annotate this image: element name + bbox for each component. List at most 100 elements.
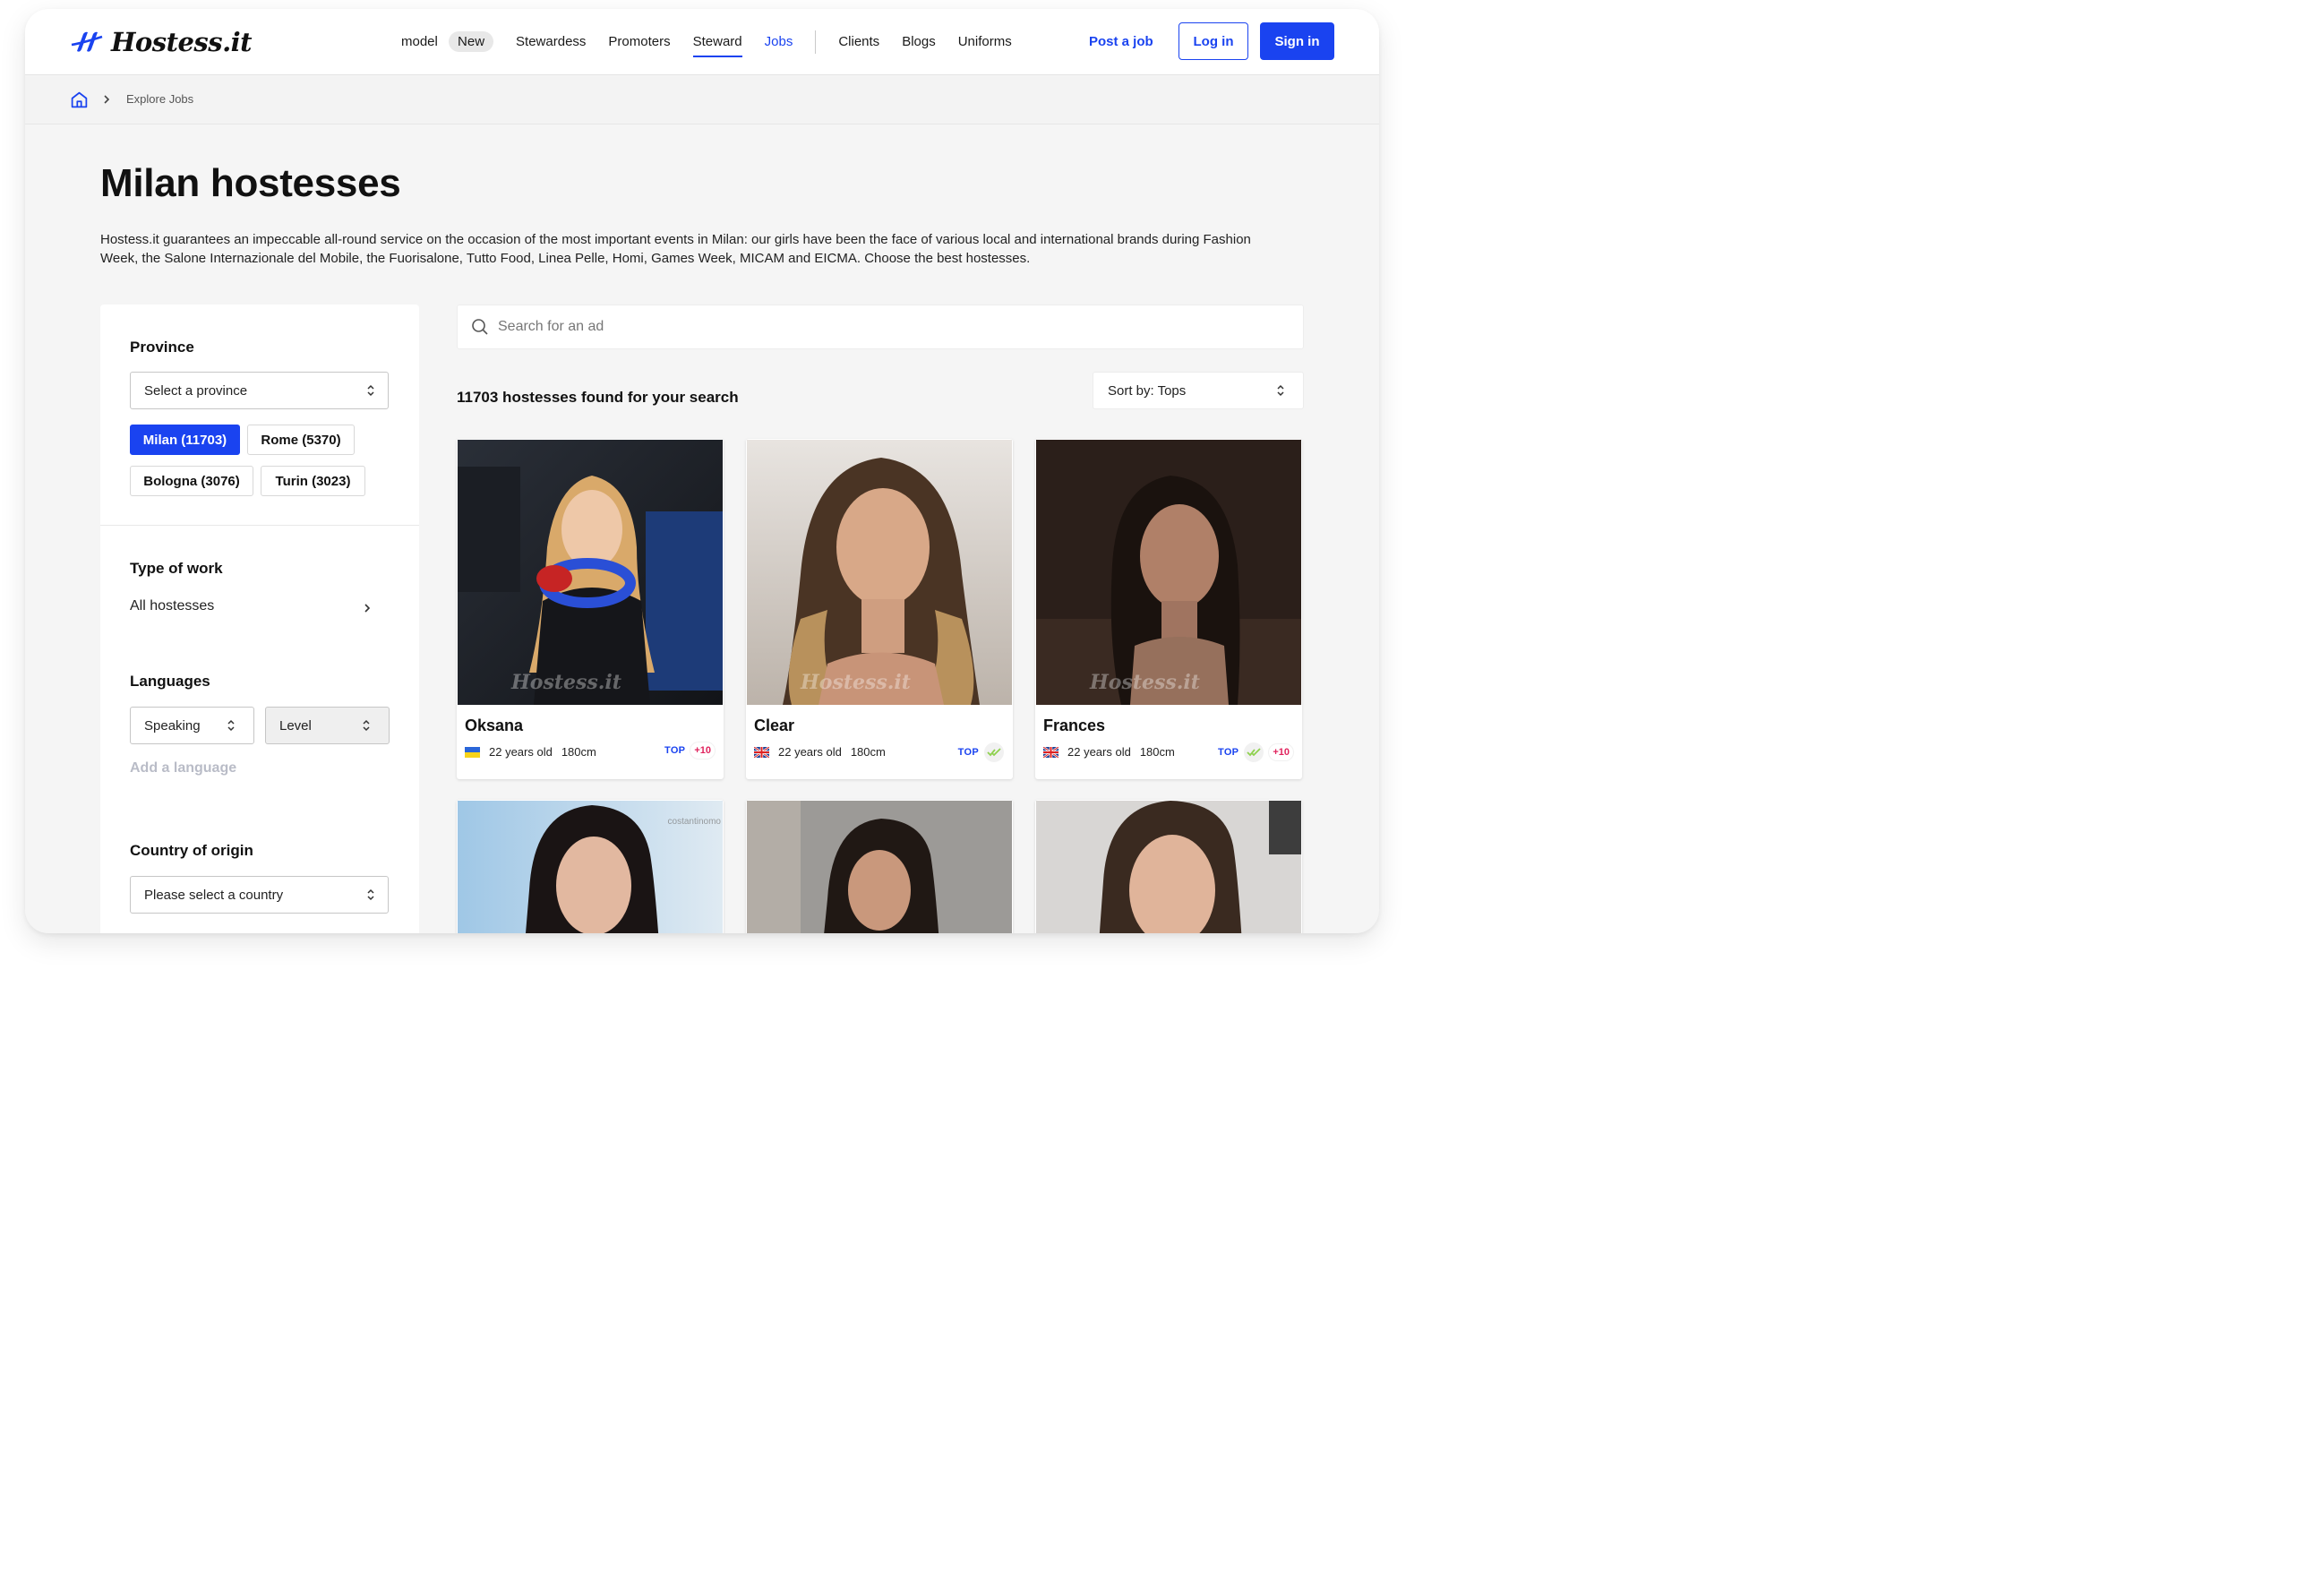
site-logo[interactable]: Hostess.it bbox=[70, 27, 253, 57]
profile-height: 180cm bbox=[850, 745, 886, 759]
country-select-value: Please select a country bbox=[144, 887, 284, 903]
home-icon[interactable] bbox=[70, 90, 89, 114]
photo-watermark: Hostess.it bbox=[511, 671, 621, 694]
up-down-chevron-icon bbox=[366, 384, 375, 400]
search-icon bbox=[471, 318, 489, 336]
speaking-select-value: Speaking bbox=[144, 717, 201, 734]
speaking-select[interactable]: Speaking bbox=[130, 707, 254, 744]
nav-item-uniforms[interactable]: Uniforms bbox=[958, 29, 1012, 56]
profile-badges: TOP +10 bbox=[1218, 742, 1293, 762]
nav-item-model[interactable]: model New bbox=[401, 29, 494, 56]
up-down-chevron-icon bbox=[366, 888, 375, 905]
up-down-chevron-icon bbox=[1276, 384, 1285, 400]
profile-photo[interactable] bbox=[747, 801, 1012, 933]
province-chip-bologna[interactable]: Bologna (3076) bbox=[130, 466, 253, 496]
country-select[interactable]: Please select a country bbox=[130, 876, 389, 914]
logo-text: Hostess.it bbox=[111, 27, 253, 57]
up-down-chevron-icon bbox=[227, 719, 236, 735]
page-intro: Hostess.it guarantees an impeccable all-… bbox=[100, 232, 1251, 266]
type-of-work-selector[interactable]: All hostesses bbox=[130, 598, 372, 620]
profile-height: 180cm bbox=[1139, 745, 1175, 759]
profile-age: 22 years old bbox=[1067, 745, 1131, 759]
nav-item-clients[interactable]: Clients bbox=[838, 29, 879, 56]
profile-meta: 22 years old 180cm bbox=[465, 745, 596, 759]
search-input[interactable] bbox=[498, 319, 1268, 335]
verified-check-icon bbox=[984, 742, 1004, 762]
uk-flag-icon bbox=[754, 746, 769, 758]
signin-button[interactable]: Sign in bbox=[1260, 22, 1334, 60]
nav-model-label: model bbox=[401, 34, 438, 49]
photo-watermark: costantinomo bbox=[667, 817, 721, 827]
type-of-work-title: Type of work bbox=[130, 560, 223, 577]
page-title: Milan hostesses bbox=[100, 161, 401, 205]
nav-item-jobs[interactable]: Jobs bbox=[765, 29, 793, 56]
profile-photo[interactable]: Hostess.it bbox=[747, 440, 1012, 705]
photo-watermark: Hostess.it bbox=[1090, 671, 1200, 694]
profile-card[interactable]: Hostess.it Clear 22 years old 180cm TOP bbox=[746, 439, 1013, 779]
results-count: 11703 hostesses found for your search bbox=[457, 389, 739, 406]
browser-window: Hostess.it model New Stewardess Promoter… bbox=[25, 9, 1379, 933]
profile-meta: 22 years old 180cm bbox=[1043, 745, 1175, 759]
province-select[interactable]: Select a province bbox=[130, 372, 389, 409]
profile-card[interactable]: Hostess.it Frances 22 years old 180cm TO… bbox=[1035, 439, 1302, 779]
profile-name[interactable]: Frances bbox=[1043, 716, 1105, 735]
top-header: Hostess.it model New Stewardess Promoter… bbox=[25, 9, 1379, 75]
level-select[interactable]: Level bbox=[265, 707, 390, 744]
ad-search-bar[interactable] bbox=[457, 305, 1304, 349]
plus-badge: +10 bbox=[1269, 744, 1293, 760]
sidebar-divider bbox=[100, 525, 419, 526]
nav-item-stewardess[interactable]: Stewardess bbox=[516, 29, 586, 56]
profile-age: 22 years old bbox=[778, 745, 842, 759]
new-badge: New bbox=[449, 31, 494, 52]
province-chip-milan[interactable]: Milan (11703) bbox=[130, 425, 240, 455]
level-select-value: Level bbox=[279, 717, 312, 734]
nav-separator bbox=[815, 30, 817, 54]
top-badge: TOP bbox=[957, 747, 979, 758]
profile-photo[interactable]: costantinomo bbox=[458, 801, 723, 933]
chevron-right-icon bbox=[363, 602, 372, 619]
nav-item-blogs[interactable]: Blogs bbox=[902, 29, 936, 56]
profile-card[interactable] bbox=[746, 800, 1013, 933]
profile-meta: 22 years old 180cm bbox=[754, 745, 886, 759]
province-title: Province bbox=[130, 339, 194, 356]
profile-card[interactable] bbox=[1035, 800, 1302, 933]
logo-mark-icon bbox=[71, 31, 103, 52]
sort-select-value: Sort by: Tops bbox=[1108, 382, 1187, 399]
province-chip-rome[interactable]: Rome (5370) bbox=[247, 425, 355, 455]
profile-card[interactable]: costantinomo bbox=[457, 800, 724, 933]
plus-badge: +10 bbox=[690, 742, 715, 759]
languages-title: Languages bbox=[130, 673, 210, 690]
login-button[interactable]: Log in bbox=[1178, 22, 1248, 60]
type-of-work-value: All hostesses bbox=[130, 598, 215, 614]
uk-flag-icon bbox=[1043, 746, 1059, 758]
profile-badges: TOP bbox=[958, 742, 1004, 762]
top-badge: TOP bbox=[664, 745, 686, 756]
profile-age: 22 years old bbox=[489, 745, 553, 759]
profile-badges: TOP +10 bbox=[664, 742, 715, 759]
top-badge: TOP bbox=[1218, 747, 1239, 758]
nav-item-steward[interactable]: Steward bbox=[692, 29, 742, 57]
filter-sidebar: Province Select a province Milan (11703)… bbox=[100, 305, 419, 933]
add-language-link[interactable]: Add a language bbox=[130, 760, 236, 777]
breadcrumb-current[interactable]: Explore Jobs bbox=[126, 92, 193, 106]
profile-card[interactable]: Hostess.it Oksana 22 years old 180cm TOP… bbox=[457, 439, 724, 779]
profile-photo[interactable] bbox=[1036, 801, 1301, 933]
province-chip-turin[interactable]: Turin (3023) bbox=[261, 466, 365, 496]
profile-name[interactable]: Clear bbox=[754, 716, 794, 735]
sort-select[interactable]: Sort by: Tops bbox=[1093, 372, 1304, 409]
up-down-chevron-icon bbox=[362, 719, 371, 735]
verified-check-icon bbox=[1244, 742, 1264, 762]
profile-name[interactable]: Oksana bbox=[465, 716, 523, 735]
profile-photo[interactable]: Hostess.it bbox=[1036, 440, 1301, 705]
breadcrumb: Explore Jobs bbox=[25, 76, 1379, 124]
profile-height: 180cm bbox=[561, 745, 596, 759]
post-job-link[interactable]: Post a job bbox=[1089, 34, 1153, 49]
nav-item-promoters[interactable]: Promoters bbox=[608, 29, 670, 56]
ukraine-flag-icon bbox=[465, 746, 480, 758]
province-select-value: Select a province bbox=[144, 382, 248, 399]
photo-watermark: Hostess.it bbox=[801, 671, 911, 694]
profile-photo[interactable]: Hostess.it bbox=[458, 440, 723, 705]
main-nav: model New Stewardess Promoters Steward J… bbox=[401, 29, 1034, 57]
chevron-right-icon bbox=[102, 93, 111, 109]
country-title: Country of origin bbox=[130, 842, 253, 859]
